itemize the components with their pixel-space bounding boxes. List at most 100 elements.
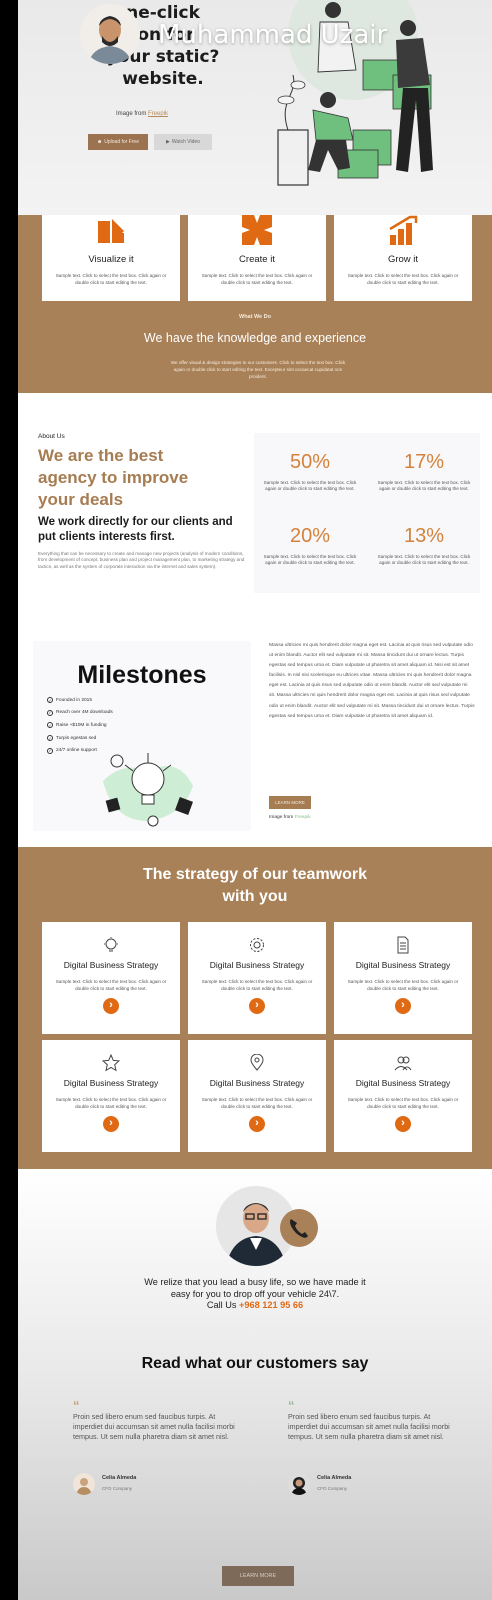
stat-item: 50% Sample text. Click to select the text…: [260, 451, 360, 493]
review-text: Proin sed libero enum sed faucibus turpi…: [288, 1412, 450, 1441]
bar-growth-icon: [389, 215, 418, 245]
review-card: “ Proin sed libero enum sed faucibus tur…: [288, 1399, 460, 1495]
stat-value: 17%: [403, 451, 445, 473]
strategy-card-title: Digital Business Strategy: [355, 1078, 451, 1088]
chevron-right-icon[interactable]: ›: [103, 998, 119, 1014]
contact-text: We relize that you lead a busy life, so …: [128, 1277, 382, 1312]
chevron-right-icon[interactable]: ›: [249, 1116, 265, 1132]
strategy-card-text: Sample text. Click to select the text bo…: [201, 1097, 313, 1109]
review-text: Proin sed libero enum sed faucibus turpi…: [73, 1412, 235, 1441]
review-card: “ Proin sed libero enum sed faucibus tur…: [73, 1398, 245, 1495]
watch-video-button[interactable]: ▶ Watch Video: [154, 134, 212, 150]
strategy-card-title: Digital Business Strategy: [209, 1078, 305, 1088]
strategy-card[interactable]: Digital Business Strategy Sample text. C…: [188, 922, 326, 1034]
call-us-line: Call Us +968 121 95 66: [128, 1300, 382, 1312]
user-icon: ☻: [96, 139, 103, 145]
about-headline-line: your deals: [38, 490, 124, 509]
chevron-right-icon[interactable]: ›: [103, 1116, 119, 1132]
strategy-card-text: Sample text. Click to select the text bo…: [55, 1097, 167, 1109]
about-label: About Us: [38, 433, 65, 440]
hero-image-credit: Image from Freepik: [116, 111, 168, 117]
stats-grid: 50% Sample text. Click to select the text…: [254, 433, 480, 593]
strategy-card[interactable]: Digital Business Strategy Sample text. C…: [42, 922, 180, 1034]
call-us-label: Call Us: [206, 1300, 240, 1310]
stat-text: Sample text. Click to select the text bo…: [377, 554, 471, 566]
service-card-visualize[interactable]: Visualize it Sample text. Click to selec…: [42, 215, 180, 301]
service-card-create[interactable]: Create it Sample text. Click to select t…: [188, 215, 326, 301]
freepik-link[interactable]: Freepik: [295, 815, 311, 820]
stat-value: 20%: [289, 525, 331, 547]
author-name: Celia Almeda: [317, 1475, 352, 1481]
phone-icon[interactable]: [280, 1209, 318, 1247]
chevron-right-icon[interactable]: ›: [395, 1116, 411, 1132]
users-icon: [394, 1056, 412, 1071]
service-text: Sample text. Click to select the text bo…: [347, 273, 459, 285]
milestone-item: ✓ Founded in 2015: [47, 694, 113, 707]
service-title: Visualize it: [88, 254, 134, 265]
gear-icon: [250, 938, 264, 952]
strategy-section: The strategy of our teamwork with you Di…: [18, 847, 492, 1169]
services-section: Visualize it Sample text. Click to selec…: [18, 215, 492, 393]
quote-icon: “: [73, 1398, 80, 1413]
upload-button-label: Upload for Free: [104, 139, 139, 145]
strategy-title-line: with you: [222, 888, 288, 905]
play-icon: ▶: [166, 139, 170, 145]
strategy-title-line: The strategy of our teamwork: [142, 866, 368, 883]
credit-prefix: Image from: [269, 815, 295, 820]
watch-video-label: Watch Video: [171, 139, 200, 145]
what-we-do-title: We have the knowledge and experience: [143, 331, 367, 345]
phone-number-link[interactable]: +968 121 95 66: [239, 1300, 303, 1310]
presenter-avatar: [80, 4, 140, 64]
author-name: Celia Almeda: [102, 1475, 137, 1481]
map-pin-icon: [250, 1054, 264, 1071]
about-headline-line: We are the best: [38, 446, 164, 465]
about-text: Everything that can be necessary to crea…: [38, 551, 245, 569]
milestone-text: Turpis egestas sed: [56, 735, 97, 741]
strategy-title: The strategy of our teamwork with you: [18, 864, 492, 908]
stat-text: Sample text. Click to select the text bo…: [263, 554, 357, 566]
service-card-grow[interactable]: Grow it Sample text. Click to select the…: [334, 215, 472, 301]
service-text: Sample text. Click to select the text bo…: [201, 273, 313, 285]
check-circle-icon: ✓: [47, 735, 53, 742]
bulb-icon: [104, 937, 118, 952]
learn-more-label: LEARN MORE: [275, 800, 305, 805]
learn-more-button[interactable]: LEARN MORE: [222, 1566, 294, 1586]
strategy-card[interactable]: Digital Business Strategy Sample text. C…: [334, 1040, 472, 1152]
strategy-card-text: Sample text. Click to select the text bo…: [347, 1097, 459, 1109]
stat-value: 50%: [289, 451, 331, 473]
presenter-name: Muhammad Uzair: [158, 20, 388, 50]
check-circle-icon: ✓: [47, 747, 53, 754]
strategy-card[interactable]: Digital Business Strategy Sample text. C…: [188, 1040, 326, 1152]
milestones-section: Milestones ✓ Founded in 2015 ✓ Reach over …: [18, 623, 492, 847]
milestone-text: 24/7 online support: [56, 748, 97, 754]
strategy-card-title: Digital Business Strategy: [63, 960, 159, 970]
milestone-text: Reach over 4M downloads: [56, 710, 113, 716]
what-we-do-text: We offer visual & design strategies to o…: [170, 360, 346, 379]
what-we-do-label: What We Do: [239, 314, 271, 320]
stat-value: 13%: [403, 525, 445, 547]
create-icon: [242, 215, 272, 245]
contact-text-line: We relize that you lead a busy life, so …: [144, 1277, 366, 1287]
chevron-right-icon[interactable]: ›: [249, 998, 265, 1014]
freepik-link[interactable]: Freepik: [148, 111, 168, 117]
chevron-right-icon[interactable]: ›: [395, 998, 411, 1014]
about-headline-line: agency to improve: [38, 468, 189, 487]
milestone-item: ✓ Raise +$10M in funding: [47, 719, 113, 732]
author-role: CFO Company: [317, 1486, 348, 1491]
review-author: Celia Almeda CFO Company: [288, 1473, 351, 1495]
milestone-item: ✓ Reach over 4M downloads: [47, 707, 113, 720]
strategy-card[interactable]: Digital Business Strategy Sample text. C…: [42, 1040, 180, 1152]
credit-prefix: Image from: [116, 111, 149, 117]
hero-section: ne-click ion for your static? website. I…: [18, 0, 492, 215]
upload-button[interactable]: ☻ Upload for Free: [88, 134, 148, 150]
strategy-card-text: Sample text. Click to select the text bo…: [55, 979, 167, 991]
about-headline: We are the best agency to improve your d…: [38, 445, 238, 511]
about-subheadline: We work directly for our clients and put…: [38, 516, 233, 543]
strategy-card-title: Digital Business Strategy: [355, 960, 451, 970]
learn-more-button[interactable]: LEARN MORE: [269, 796, 311, 809]
stat-text: Sample text. Click to select the text bo…: [377, 480, 471, 492]
lightbulb-illustration: [103, 753, 193, 827]
stat-item: 13% Sample text. Click to select the text…: [374, 525, 474, 567]
strategy-card[interactable]: Digital Business Strategy Sample text. C…: [334, 922, 472, 1034]
document-icon: [397, 936, 409, 954]
